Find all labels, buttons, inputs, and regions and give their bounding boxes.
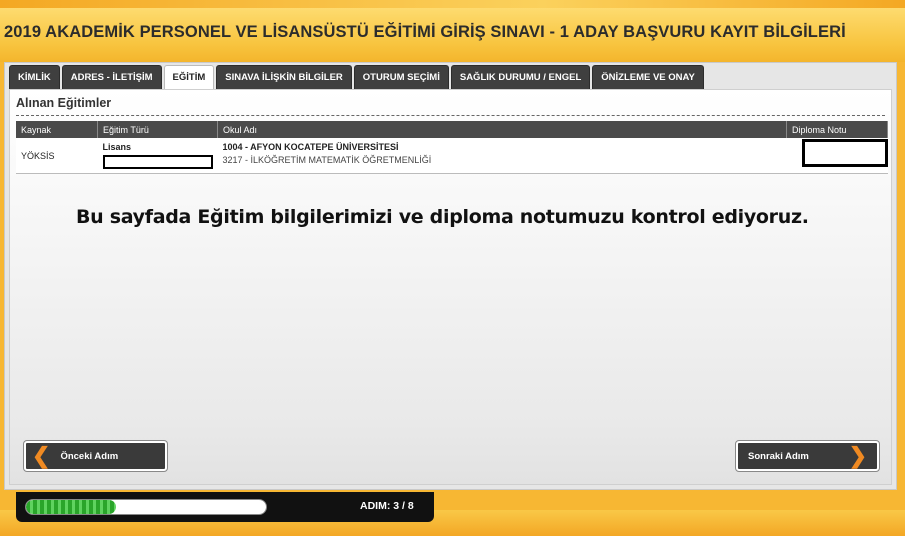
cell-school: 1004 - AFYON KOCATEPE ÜNİVERSİTESİ 3217 … (217, 138, 787, 174)
column-header-education-type: Eğitim Türü (97, 121, 218, 138)
cell-source: YÖKSİS (16, 138, 98, 174)
progress-panel: ADIM: 3 / 8 (16, 492, 434, 522)
header-bar: 2019 AKADEMİK PERSONEL VE LİSANSÜSTÜ EĞİ… (0, 0, 905, 62)
notice-text: Bu sayfada Eğitim bilgilerimizi ve diplo… (76, 206, 809, 228)
next-step-button[interactable]: Sonraki Adım ❯ (736, 441, 879, 471)
tab-egitim[interactable]: EĞİTİM (163, 65, 215, 90)
chevron-left-icon: ❮ (32, 443, 51, 468)
step-label: ADIM: (360, 500, 391, 512)
education-table: Kaynak Eğitim Türü Okul Adı Diploma Notu… (16, 121, 888, 174)
department-name: 3217 - İLKÖĞRETİM MATEMATİK ÖĞRETMENLİĞİ (222, 155, 432, 165)
previous-step-button[interactable]: ❮ Önceki Adım (24, 441, 167, 471)
step-tabs: KİMLİK ADRES - İLETİŞİM EĞİTİM SINAVA İL… (9, 65, 704, 90)
tab-kimlik[interactable]: KİMLİK (9, 65, 60, 89)
tab-oturum-secimi[interactable]: OTURUM SEÇİMİ (353, 65, 449, 89)
table-header-row: Kaynak Eğitim Türü Okul Adı Diploma Notu (16, 121, 888, 138)
progress-fill (26, 500, 116, 514)
education-type-label: Lisans (102, 142, 132, 152)
tab-content: Alınan Eğitimler Kaynak Eğitim Türü Okul… (9, 89, 892, 485)
step-value: 3 / 8 (393, 500, 414, 512)
section-title: Alınan Eğitimler (16, 96, 112, 110)
form-panel: KİMLİK ADRES - İLETİŞİM EĞİTİM SINAVA İL… (4, 62, 897, 490)
tab-sinava-iliskin-bilgiler[interactable]: SINAVA İLİŞKİN BİLGİLER (216, 65, 352, 89)
tab-onizleme-ve-onay[interactable]: ÖNİZLEME VE ONAY (592, 65, 704, 89)
step-indicator: ADIM: 3 / 8 (360, 500, 414, 512)
header-decoration (0, 0, 905, 8)
chevron-right-icon: ❯ (848, 443, 867, 468)
tab-saglik-durumu[interactable]: SAĞLIK DURUMU / ENGEL (450, 65, 591, 89)
redacted-field (102, 155, 213, 169)
previous-step-label: Önceki Adım (60, 450, 119, 462)
cell-diploma-grade (786, 138, 888, 174)
redacted-diploma-grade (801, 139, 888, 167)
school-name: 1004 - AFYON KOCATEPE ÜNİVERSİTESİ (222, 142, 399, 152)
column-header-diploma-grade: Diploma Notu (786, 121, 888, 138)
cell-education-type: Lisans (97, 138, 218, 174)
tab-adres-iletisim[interactable]: ADRES - İLETİŞİM (61, 65, 162, 89)
column-header-school: Okul Adı (217, 121, 787, 138)
column-header-source: Kaynak (16, 121, 98, 138)
next-step-label: Sonraki Adım (748, 450, 809, 462)
table-row: YÖKSİS Lisans 1004 - AFYON KOCATEPE ÜNİV… (16, 138, 888, 174)
progress-bar (25, 499, 267, 515)
page-title: 2019 AKADEMİK PERSONEL VE LİSANSÜSTÜ EĞİ… (4, 23, 846, 41)
section-divider (16, 115, 885, 116)
